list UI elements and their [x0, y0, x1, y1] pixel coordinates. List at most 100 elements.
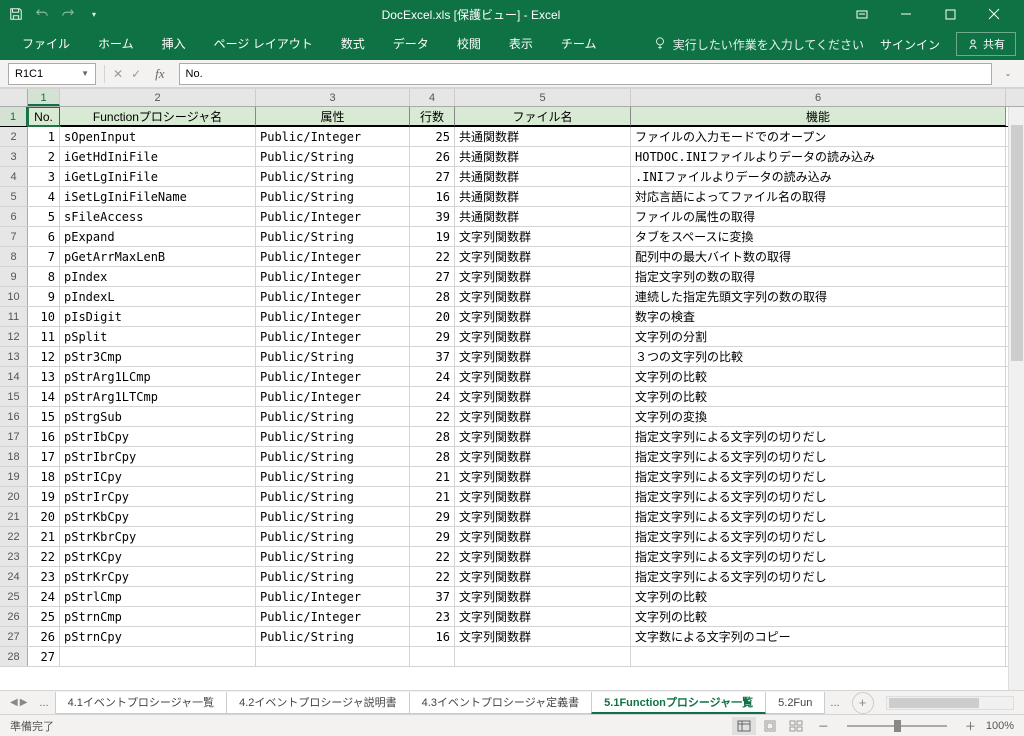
cell[interactable]: Public/String — [256, 467, 410, 486]
col-header[interactable]: 4 — [410, 89, 455, 106]
cell[interactable]: 3 — [28, 167, 60, 186]
cell[interactable]: 20 — [410, 307, 455, 326]
cell[interactable]: Public/String — [256, 167, 410, 186]
row-header[interactable]: 18 — [0, 447, 28, 466]
cell[interactable]: 25 — [28, 607, 60, 626]
chevron-down-icon[interactable]: ▼ — [81, 69, 89, 78]
cell[interactable]: Public/String — [256, 447, 410, 466]
ribbon-tab[interactable]: 数式 — [327, 28, 379, 60]
row-header[interactable]: 11 — [0, 307, 28, 326]
maximize-button[interactable] — [928, 0, 972, 28]
cell[interactable]: 24 — [28, 587, 60, 606]
ribbon-tab[interactable]: ホーム — [84, 28, 148, 60]
cell[interactable]: Public/String — [256, 187, 410, 206]
cell[interactable]: 6 — [28, 227, 60, 246]
cell[interactable]: 指定文字列による文字列の切りだし — [631, 487, 1006, 506]
cell[interactable]: 27 — [410, 167, 455, 186]
cell[interactable]: 指定文字列による文字列の切りだし — [631, 427, 1006, 446]
cell[interactable]: 26 — [410, 147, 455, 166]
cell[interactable]: 27 — [410, 267, 455, 286]
cell[interactable]: pIndexL — [60, 287, 256, 306]
cell[interactable]: 文字列関数群 — [455, 467, 631, 486]
add-sheet-button[interactable]: + — [852, 692, 874, 714]
row-header[interactable]: 14 — [0, 367, 28, 386]
cell[interactable]: pStrICpy — [60, 467, 256, 486]
cell[interactable]: 文字列の分割 — [631, 327, 1006, 346]
row-header[interactable]: 27 — [0, 627, 28, 646]
cell[interactable]: 文字列関数群 — [455, 227, 631, 246]
ribbon-options-icon[interactable] — [840, 0, 884, 28]
cell[interactable]: 文字列の変換 — [631, 407, 1006, 426]
cell[interactable]: 配列中の最大バイト数の取得 — [631, 247, 1006, 266]
cell[interactable]: 共通関数群 — [455, 207, 631, 226]
row-header[interactable]: 19 — [0, 467, 28, 486]
cell[interactable]: 文字列関数群 — [455, 527, 631, 546]
cell[interactable] — [631, 647, 1006, 666]
zoom-slider[interactable] — [847, 725, 947, 727]
col-header[interactable]: 2 — [60, 89, 256, 106]
cell[interactable]: ファイルの属性の取得 — [631, 207, 1006, 226]
cell[interactable]: pStrKbrCpy — [60, 527, 256, 546]
cell[interactable]: 文字列関数群 — [455, 567, 631, 586]
cell[interactable]: 指定文字列の数の取得 — [631, 267, 1006, 286]
cell[interactable]: 28 — [410, 447, 455, 466]
cell[interactable]: ファイルの入力モードでのオープン — [631, 127, 1006, 146]
row-header[interactable]: 28 — [0, 647, 28, 666]
cell[interactable]: 9 — [28, 287, 60, 306]
vertical-scrollbar[interactable] — [1008, 107, 1024, 690]
row-header[interactable]: 2 — [0, 127, 28, 146]
cell[interactable]: 文字列関数群 — [455, 607, 631, 626]
cell[interactable]: pStrIbCpy — [60, 427, 256, 446]
col-header[interactable]: 1 — [28, 89, 60, 106]
cell[interactable]: 文字列関数群 — [455, 367, 631, 386]
row-header[interactable]: 1 — [0, 107, 28, 126]
cell[interactable]: 28 — [410, 287, 455, 306]
fx-icon[interactable]: fx — [149, 66, 170, 82]
cell[interactable]: Public/Integer — [256, 587, 410, 606]
cell[interactable]: 指定文字列による文字列の切りだし — [631, 567, 1006, 586]
formula-bar-input[interactable]: No. — [179, 63, 992, 85]
cell[interactable]: 7 — [28, 247, 60, 266]
cell[interactable]: 共通関数群 — [455, 127, 631, 146]
cell[interactable]: sFileAccess — [60, 207, 256, 226]
cell[interactable]: 11 — [28, 327, 60, 346]
row-header[interactable]: 24 — [0, 567, 28, 586]
cell[interactable]: 23 — [410, 607, 455, 626]
cell[interactable]: 22 — [410, 567, 455, 586]
row-header[interactable]: 13 — [0, 347, 28, 366]
cell[interactable]: Public/String — [256, 507, 410, 526]
cell[interactable]: pStrArg1LCmp — [60, 367, 256, 386]
cell[interactable]: 20 — [28, 507, 60, 526]
cell[interactable] — [256, 647, 410, 666]
row-header[interactable]: 26 — [0, 607, 28, 626]
cell[interactable]: 文字列関数群 — [455, 327, 631, 346]
row-header[interactable]: 16 — [0, 407, 28, 426]
row-header[interactable]: 23 — [0, 547, 28, 566]
cell[interactable]: pExpand — [60, 227, 256, 246]
cell[interactable]: Public/String — [256, 347, 410, 366]
cell[interactable]: 文字列関数群 — [455, 347, 631, 366]
cell[interactable]: iGetHdIniFile — [60, 147, 256, 166]
cell[interactable]: 24 — [410, 387, 455, 406]
row-header[interactable]: 22 — [0, 527, 28, 546]
sheet-overflow-left[interactable]: ... — [33, 697, 54, 709]
cell[interactable]: pGetArrMaxLenB — [60, 247, 256, 266]
row-header[interactable]: 10 — [0, 287, 28, 306]
cell[interactable]: 19 — [28, 487, 60, 506]
cell[interactable]: pSplit — [60, 327, 256, 346]
cell[interactable]: Public/Integer — [256, 267, 410, 286]
zoom-out-button[interactable]: － — [818, 718, 829, 734]
formula-expand-icon[interactable]: ⌄ — [1000, 69, 1016, 78]
cell[interactable]: Public/Integer — [256, 367, 410, 386]
cell[interactable]: 共通関数群 — [455, 167, 631, 186]
cell[interactable]: 15 — [28, 407, 60, 426]
cell[interactable]: 39 — [410, 207, 455, 226]
cell[interactable]: タブをスペースに変換 — [631, 227, 1006, 246]
row-header[interactable]: 7 — [0, 227, 28, 246]
cell[interactable] — [410, 647, 455, 666]
row-header[interactable]: 17 — [0, 427, 28, 446]
cell[interactable]: Public/Integer — [256, 387, 410, 406]
cell[interactable]: pStrKbCpy — [60, 507, 256, 526]
sheet-tab[interactable]: 4.1イベントプロシージャ一覧 — [55, 692, 228, 714]
cell[interactable]: 文字列関数群 — [455, 447, 631, 466]
